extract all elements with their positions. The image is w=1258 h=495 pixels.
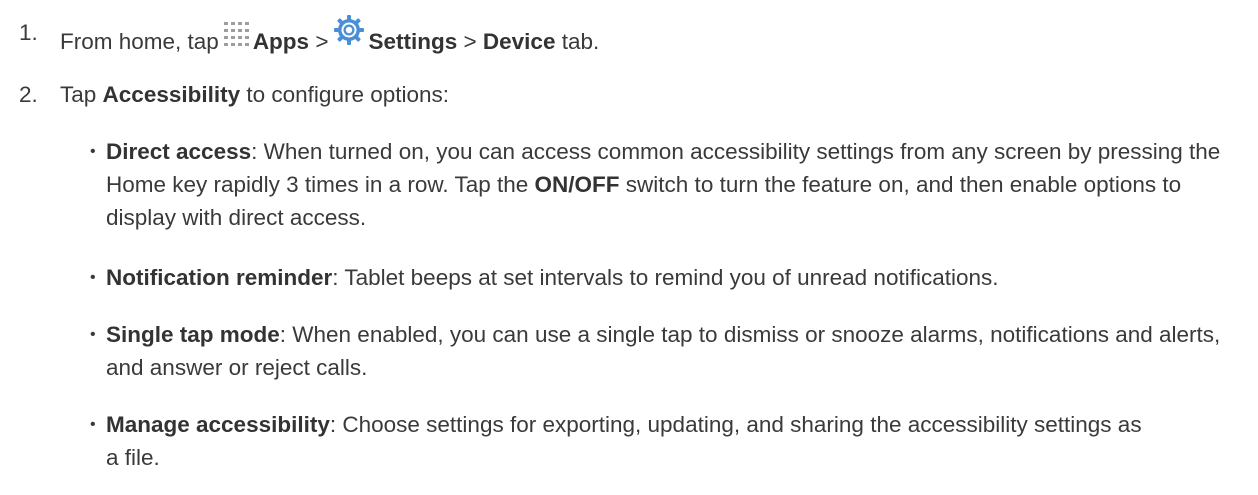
option-term: Manage accessibility bbox=[106, 412, 330, 437]
step-number: 2. bbox=[19, 82, 38, 107]
step-number: 1. bbox=[19, 20, 38, 45]
bullet-dot: • bbox=[90, 269, 96, 286]
list-item: • Manage accessibility: Choose settings … bbox=[90, 408, 1146, 474]
step-intro: Tap bbox=[60, 82, 97, 107]
option-term: Single tap mode bbox=[106, 322, 280, 347]
list-item: • Direct access: When turned on, you can… bbox=[90, 135, 1246, 237]
option-bold: ON/OFF bbox=[534, 172, 620, 197]
step-intro: From home, tap bbox=[60, 29, 219, 54]
settings-gear-icon bbox=[333, 14, 365, 46]
tab-suffix: tab. bbox=[561, 29, 600, 54]
separator: > bbox=[315, 29, 329, 54]
step-text: From home, tap Apps > Settings > Device … bbox=[60, 14, 599, 61]
apps-grid-icon bbox=[223, 21, 251, 47]
step-text: Tap Accessibility to configure options: bbox=[60, 78, 449, 111]
accessibility-label: Accessibility bbox=[102, 82, 241, 107]
bullet-dot: • bbox=[90, 326, 96, 343]
options-list: • Direct access: When turned on, you can… bbox=[90, 135, 1246, 474]
settings-label: Settings bbox=[368, 29, 458, 54]
device-label: Device bbox=[482, 29, 556, 54]
separator: > bbox=[463, 29, 477, 54]
bullet-dot: • bbox=[90, 143, 96, 160]
option-desc: : Tablet beeps at set intervals to remin… bbox=[332, 265, 999, 290]
list-item: • Notification reminder: Tablet beeps at… bbox=[90, 261, 1246, 294]
step-rest: to configure options: bbox=[246, 82, 450, 107]
help-page: 1. From home, tap Apps > Settings > Devi… bbox=[0, 0, 1258, 495]
list-item: • Single tap mode: When enabled, you can… bbox=[90, 318, 1246, 384]
bullet-dot: • bbox=[90, 416, 96, 433]
apps-label: Apps bbox=[252, 29, 310, 54]
option-term: Direct access bbox=[106, 139, 252, 164]
option-term: Notification reminder bbox=[106, 265, 333, 290]
